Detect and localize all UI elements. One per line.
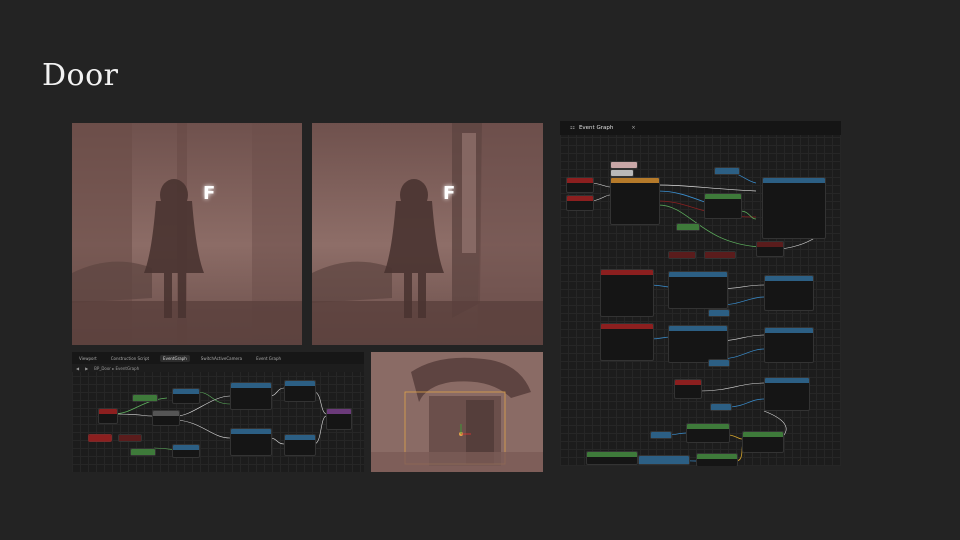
- slide-title: Door: [42, 58, 119, 93]
- node-open-door[interactable]: [764, 377, 810, 411]
- interact-key-prompt: F: [203, 183, 216, 204]
- node-branch[interactable]: [704, 193, 742, 219]
- node-set-relative-location[interactable]: [696, 453, 738, 466]
- node-end-overlap-2[interactable]: [118, 434, 142, 442]
- node-get-bool[interactable]: [676, 223, 700, 231]
- gameplay-scene-right: [312, 123, 543, 345]
- node-cast-to-player[interactable]: [668, 271, 728, 309]
- gameplay-scene-left: [72, 123, 302, 345]
- node-set-visibility[interactable]: [764, 275, 814, 311]
- node-self-ref[interactable]: [708, 309, 730, 317]
- blueprint-editor-small: Viewport Construction Script EventGraph …: [72, 352, 364, 472]
- node-component-begin-overlap[interactable]: [600, 269, 654, 317]
- node-gate[interactable]: [756, 241, 784, 257]
- node-branch[interactable]: [152, 410, 180, 426]
- node-get-player-camera[interactable]: [586, 451, 638, 465]
- node-component-end-overlap[interactable]: [600, 323, 654, 361]
- node-cast-to-player-2[interactable]: [668, 325, 728, 363]
- node-set-visibility-2[interactable]: [230, 428, 272, 456]
- node-red-var[interactable]: [668, 251, 696, 259]
- node-flipflop[interactable]: [610, 177, 660, 225]
- node-comment-tag: [610, 161, 638, 169]
- node-begin-overlap[interactable]: [98, 408, 118, 424]
- door-viewport-screenshot: [371, 352, 543, 472]
- node-lerp[interactable]: [742, 431, 784, 453]
- node-print-string-2[interactable]: [284, 434, 316, 456]
- gameplay-screenshot-left: F: [72, 123, 302, 345]
- node-get-actor[interactable]: [650, 431, 672, 439]
- node-print-string[interactable]: [284, 380, 316, 402]
- node-end-overlap[interactable]: [88, 434, 112, 442]
- node-red-var-2[interactable]: [704, 251, 736, 259]
- node-get-widget[interactable]: [710, 403, 732, 411]
- blueprint-event-graph-large: ⚏ Event Graph ×: [560, 121, 841, 466]
- gameplay-screenshot-right: F: [312, 123, 543, 345]
- node-cast-to-player-2[interactable]: [172, 444, 200, 458]
- node-comment-tag-2: [610, 169, 634, 177]
- node-cast-to-player[interactable]: [172, 388, 200, 404]
- node-set-visibility[interactable]: [230, 382, 272, 410]
- node-timeline[interactable]: [762, 177, 826, 239]
- node-set-visibility-2[interactable]: [764, 327, 814, 363]
- node-event-end[interactable]: [566, 195, 594, 211]
- node-get-vector[interactable]: [638, 455, 690, 465]
- node-get-location[interactable]: [686, 423, 730, 443]
- node-get-player[interactable]: [132, 394, 158, 402]
- node-self-ref-2[interactable]: [708, 359, 730, 367]
- node-get-var[interactable]: [714, 167, 740, 175]
- node-open-level[interactable]: [326, 408, 352, 430]
- node-get-player-2[interactable]: [130, 448, 156, 456]
- node-input-key[interactable]: [674, 379, 702, 399]
- door-house-scene: [371, 352, 543, 472]
- interact-key-prompt: F: [443, 183, 456, 204]
- node-event-begin[interactable]: [566, 177, 594, 193]
